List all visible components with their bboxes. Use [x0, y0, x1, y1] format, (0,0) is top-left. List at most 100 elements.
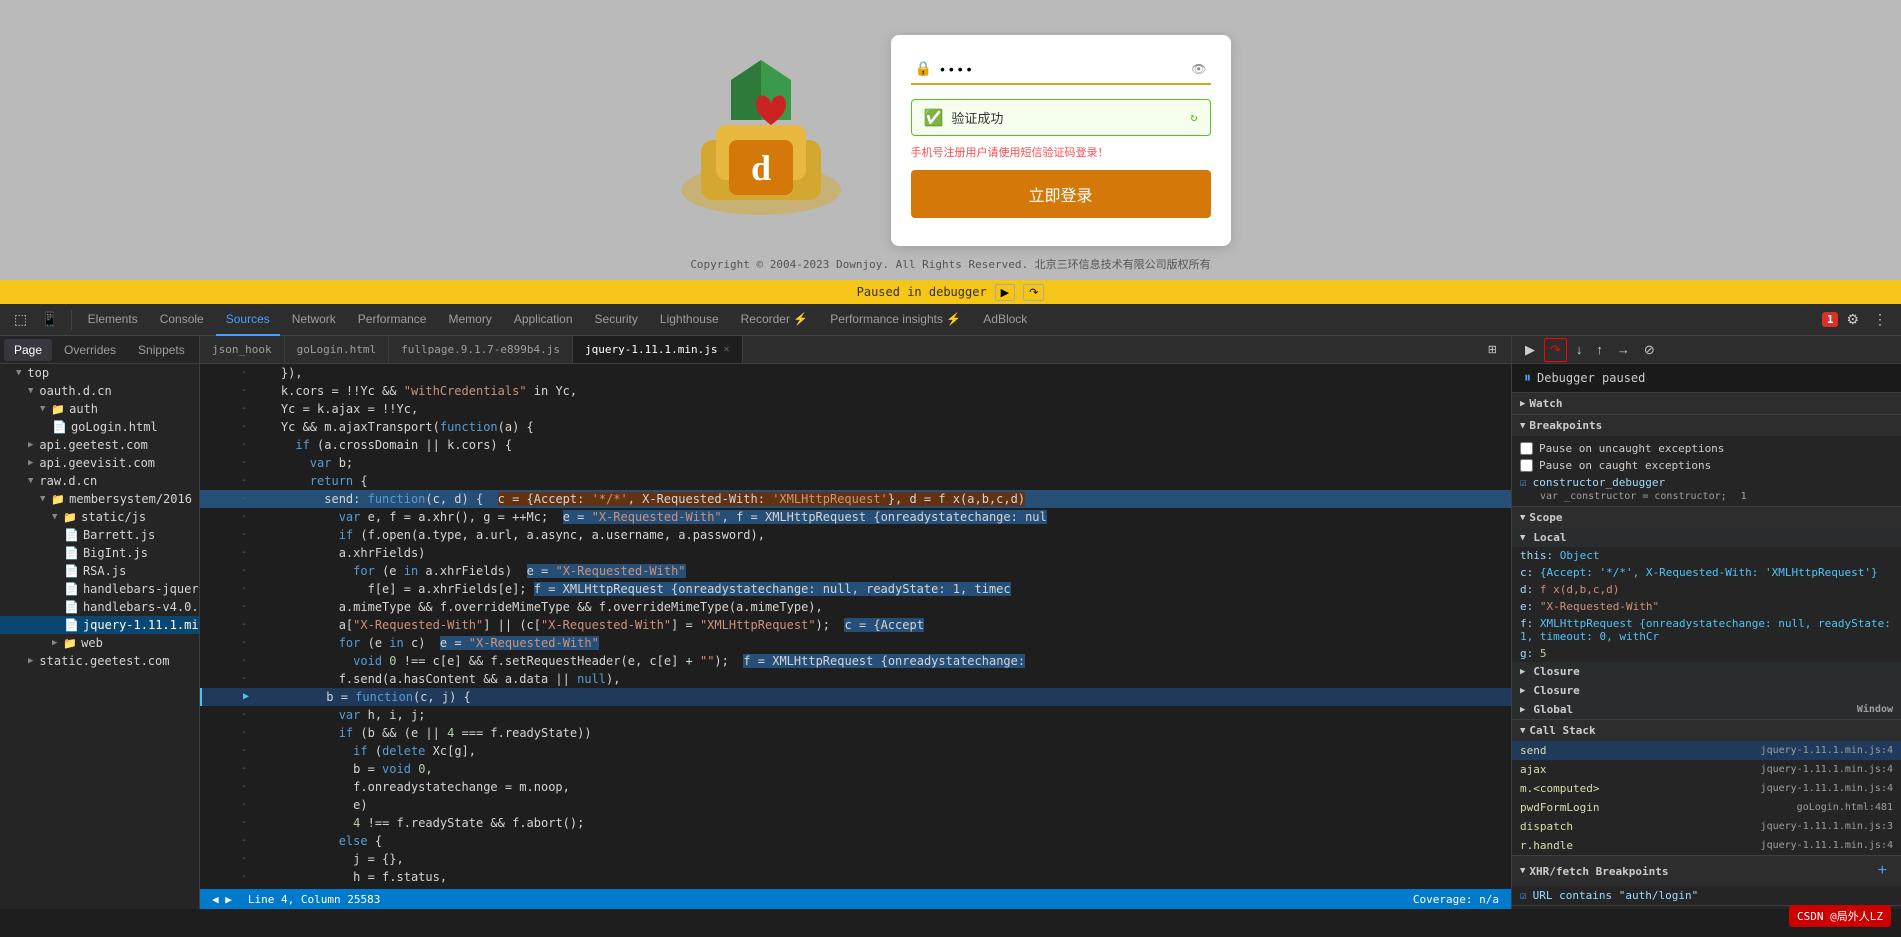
login-form: 🔒 👁 ✅ 验证成功 ↻ 手机号注册用户请使用短信验证码登录！ 立即登录	[891, 35, 1231, 246]
tab-memory[interactable]: Memory	[438, 304, 501, 336]
tree-item-top[interactable]: ▼ top	[0, 364, 199, 382]
password-input[interactable]	[940, 61, 1183, 77]
scope-f[interactable]: f: XMLHttpRequest {onreadystatechange: n…	[1512, 615, 1901, 645]
tree-item-auth[interactable]: ▼ 📁 auth	[0, 400, 199, 418]
scope-label: Scope	[1529, 511, 1562, 524]
tree-item-handlebars-jquery[interactable]: 📄 handlebars-jquery.js	[0, 580, 199, 598]
tree-label-rsa: RSA.js	[83, 564, 126, 578]
call-stack-rhandle[interactable]: r.handle jquery-1.11.1.min.js:4	[1512, 836, 1901, 855]
tree-item-static-geetest[interactable]: ▶ static.geetest.com	[0, 652, 199, 670]
tab-console[interactable]: Console	[150, 304, 214, 336]
tab-security[interactable]: Security	[585, 304, 648, 336]
step-over-debugger-button[interactable]: ↷	[1544, 338, 1567, 362]
tree-item-jquery-min[interactable]: 📄 jquery-1.11.1.min.js	[0, 616, 199, 634]
tree-item-bigint[interactable]: 📄 BigInt.js	[0, 544, 199, 562]
deactivate-breakpoints-button[interactable]: ⊘	[1639, 339, 1660, 361]
breakpoints-section-header[interactable]: ▼ Breakpoints	[1512, 415, 1901, 436]
step-out-button[interactable]: ↑	[1591, 339, 1608, 360]
tree-item-api-geevisit[interactable]: ▶ api.geevisit.com	[0, 454, 199, 472]
tree-item-raw-dcn[interactable]: ▼ raw.d.cn	[0, 472, 199, 490]
call-stack-dispatch[interactable]: dispatch jquery-1.11.1.min.js:3	[1512, 817, 1901, 836]
password-input-row: 🔒 👁	[911, 55, 1211, 85]
tree-item-api-geetest[interactable]: ▶ api.geetest.com	[0, 436, 199, 454]
tab-elements[interactable]: Elements	[78, 304, 148, 336]
tab-performance[interactable]: Performance	[348, 304, 437, 336]
device-toolbar-button[interactable]: 📱	[35, 307, 64, 332]
breakpoints-label: Breakpoints	[1529, 419, 1602, 432]
tree-item-goLogin[interactable]: 📄 goLogin.html	[0, 418, 199, 436]
step-over-button[interactable]: ↷	[1023, 284, 1044, 301]
eye-icon[interactable]: 👁	[1191, 62, 1206, 76]
code-line: - if (f.open(a.type, a.url, a.async, a.u…	[200, 526, 1511, 544]
tree-label-barrett: Barrett.js	[83, 528, 155, 542]
global-scope-header[interactable]: ▶ Global Window	[1512, 700, 1901, 719]
split-editor-button[interactable]: ⊞	[1482, 339, 1503, 360]
scope-e[interactable]: e: "X-Requested-With"	[1512, 598, 1901, 615]
code-line: - h = f.status,	[200, 868, 1511, 886]
scope-section-header[interactable]: ▼ Scope	[1512, 507, 1901, 528]
tree-item-rsa[interactable]: 📄 RSA.js	[0, 562, 199, 580]
pause-uncaught-checkbox[interactable]	[1520, 442, 1533, 455]
tab-label-jquery: jquery-1.11.1.min.js	[585, 343, 717, 356]
xhr-label: XHR/fetch Breakpoints	[1529, 865, 1668, 878]
watch-section-header[interactable]: ▶ Watch	[1512, 393, 1901, 414]
tree-item-static-js[interactable]: ▼ 📁 static/js	[0, 508, 199, 526]
breakpoint-line: 1	[1741, 491, 1747, 502]
inspect-element-button[interactable]: ⬚	[8, 307, 33, 332]
tree-item-membersystem[interactable]: ▼ 📁 membersystem/2016	[0, 490, 199, 508]
add-xhr-breakpoint-button[interactable]: +	[1872, 860, 1893, 882]
call-fn-rhandle: r.handle	[1520, 839, 1573, 852]
editor-tab-jquery[interactable]: jquery-1.11.1.min.js ✕	[573, 336, 742, 364]
scope-this[interactable]: this: Object	[1512, 547, 1901, 564]
step-button[interactable]: →	[1612, 339, 1635, 360]
xhr-section-header[interactable]: ▼ XHR/fetch Breakpoints +	[1512, 856, 1901, 886]
tree-item-barrett[interactable]: 📄 Barrett.js	[0, 526, 199, 544]
tab-application[interactable]: Application	[504, 304, 583, 336]
call-stack-header[interactable]: ▼ Call Stack	[1512, 720, 1901, 741]
call-stack-ajax[interactable]: ajax jquery-1.11.1.min.js:4	[1512, 760, 1901, 779]
scope-g[interactable]: g: 5	[1512, 645, 1901, 662]
refresh-icon[interactable]: ↻	[1190, 110, 1197, 124]
status-coverage: Coverage: n/a	[1413, 893, 1499, 906]
editor-tab-fullpage[interactable]: fullpage.9.1.7-e899b4.js	[389, 336, 573, 364]
subtab-overrides[interactable]: Overrides	[54, 339, 126, 361]
customize-button[interactable]: ⋮	[1867, 307, 1893, 332]
call-stack-section: ▼ Call Stack send jquery-1.11.1.min.js:4…	[1512, 720, 1901, 856]
tree-item-web[interactable]: ▶ 📁 web	[0, 634, 199, 652]
resume-button[interactable]: ▶	[995, 284, 1015, 301]
editor-tab-json-hook[interactable]: json_hook	[200, 336, 285, 364]
tree-item-handlebars-v4[interactable]: 📄 handlebars-v4.0.5.js	[0, 598, 199, 616]
js-file-icon: 📄	[64, 582, 79, 596]
login-button[interactable]: 立即登录	[911, 170, 1211, 218]
tab-close-jquery[interactable]: ✕	[724, 344, 730, 355]
tab-performance-insights[interactable]: Performance insights ⚡	[820, 304, 971, 336]
tab-recorder[interactable]: Recorder ⚡	[731, 304, 819, 336]
closure-scope-header-1[interactable]: ▶ Closure	[1512, 662, 1901, 681]
tree-item-oauth[interactable]: ▼ oauth.d.cn	[0, 382, 199, 400]
subtab-snippets[interactable]: Snippets	[128, 339, 195, 361]
code-line: - a.mimeType && f.overrideMimeType && f.…	[200, 598, 1511, 616]
folder-icon-membersystem: 📁	[51, 493, 65, 506]
call-stack-send[interactable]: send jquery-1.11.1.min.js:4	[1512, 741, 1901, 760]
scope-d[interactable]: d: f x(d,b,c,d)	[1512, 581, 1901, 598]
tab-network[interactable]: Network	[282, 304, 346, 336]
local-scope-header[interactable]: ▼ Local	[1512, 528, 1901, 547]
scope-c[interactable]: c: {Accept: '*/*', X-Requested-With: 'XM…	[1512, 564, 1901, 581]
code-editor-content[interactable]: - }), - k.cors = !!Yc && "withCredential…	[200, 364, 1511, 889]
tab-sources[interactable]: Sources	[216, 304, 280, 336]
global-arrow: ▶	[1520, 705, 1525, 715]
call-fn-dispatch: dispatch	[1520, 820, 1573, 833]
xhr-header-left: ▼ XHR/fetch Breakpoints	[1520, 865, 1669, 878]
pause-caught-checkbox[interactable]	[1520, 459, 1533, 472]
step-into-button[interactable]: ↓	[1571, 339, 1588, 360]
closure-scope-header-2[interactable]: ▶ Closure	[1512, 681, 1901, 700]
tree-arrow: ▼	[40, 494, 45, 504]
call-stack-pwdFormLogin[interactable]: pwdFormLogin goLogin.html:481	[1512, 798, 1901, 817]
call-stack-computed[interactable]: m.<computed> jquery-1.11.1.min.js:4	[1512, 779, 1901, 798]
resume-execution-button[interactable]: ▶	[1520, 339, 1540, 361]
subtab-page[interactable]: Page	[4, 339, 52, 361]
settings-button[interactable]: ⚙	[1840, 307, 1865, 332]
tab-lighthouse[interactable]: Lighthouse	[650, 304, 729, 336]
editor-tab-goLogin[interactable]: goLogin.html	[285, 336, 389, 364]
tab-adblock[interactable]: AdBlock	[973, 304, 1037, 336]
